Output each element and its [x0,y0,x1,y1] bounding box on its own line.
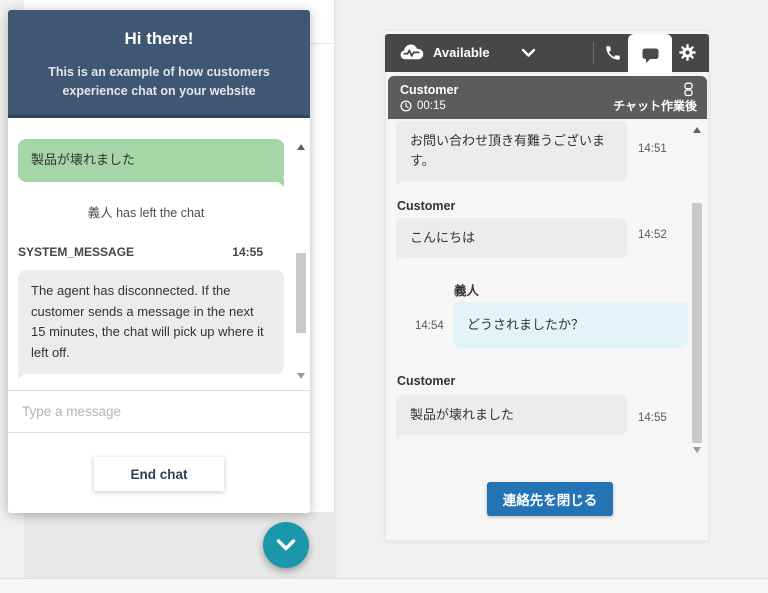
contact-state-label: チャット作業後 [613,99,697,113]
scrollbar-thumb[interactable] [692,203,702,443]
scroll-up-arrow-icon[interactable] [692,127,701,133]
system-message-time: 14:55 [232,245,263,259]
scrollbar-thumb[interactable] [296,253,306,333]
chat-widget-header: Hi there! This is an example of how cust… [8,10,310,118]
scroll-down-arrow-icon[interactable] [692,447,701,453]
contact-control-panel: Available Customer 00:15 チャット作業後 お問い合わせ頂… [385,30,709,541]
message-text: 製品が壊れました [410,407,515,422]
widget-subtitle-line2: experience chat on your website [62,84,256,99]
message-time: 14:55 [638,412,667,424]
message-time: 14:51 [638,143,667,155]
scroll-up-arrow-icon[interactable] [296,144,305,150]
amazon-connect-chat-test-page: Hi there! This is an example of how cust… [0,0,768,593]
ccp-scrollbar[interactable] [691,125,703,457]
contact-timer: 00:15 [417,100,446,112]
sender-label-agent: 義人 [454,284,480,298]
scroll-down-arrow-icon[interactable] [296,373,305,379]
chat-message-bubble: 製品が壊れました [396,395,627,440]
after-contact-work-hourglass-icon [684,82,693,97]
collapse-chat-fab-button[interactable] [263,522,309,568]
chat-message-bubble: こんにちは [396,218,627,263]
bubble-tail [396,431,406,440]
sender-label-customer: Customer [397,374,456,388]
contact-tab-customer[interactable]: Customer 00:15 チャット作業後 [388,76,707,119]
end-chat-button[interactable]: End chat [94,457,224,491]
system-message-row: SYSTEM_MESSAGE 14:55 [18,245,263,259]
agent-status-selector[interactable]: Available [433,45,490,60]
customer-message-text: 製品が壊れました [31,152,136,167]
customer-chat-widget: Hi there! This is an example of how cust… [8,10,310,513]
sender-label-customer: Customer [397,199,456,213]
bubble-tail [273,177,284,187]
system-message-label: SYSTEM_MESSAGE [18,245,135,259]
message-time: 14:54 [415,320,444,332]
chat-widget-footer: End chat [8,433,310,513]
widget-subtitle: This is an example of how customers expe… [34,63,284,102]
message-time: 14:52 [638,229,667,241]
widget-subtitle-line1: This is an example of how customers [48,65,270,79]
chevron-down-icon [276,539,296,551]
ccp-chat-transcript: お問い合わせ頂き有難うございます。 14:51 Customer こんにちは 1… [388,119,707,461]
message-text: どうされましたか？ [467,317,585,332]
message-input-area [8,390,310,433]
settings-gear-icon[interactable] [679,44,696,61]
clock-icon [400,100,412,112]
widget-scrollbar[interactable] [295,142,307,388]
bubble-tail [396,177,406,186]
chat-transcript-area: 製品が壊れました 義人 has left the chat SYSTEM_MES… [8,118,310,390]
widget-title: Hi there! [124,29,194,48]
chat-event-text: 義人 has left the chat [87,206,205,220]
amazon-connect-logo-icon [400,44,424,60]
status-chevron-down-icon[interactable] [521,48,536,58]
toolbar-divider [593,42,594,64]
chat-channel-tab[interactable] [628,34,672,76]
chat-message-bubble: お問い合わせ頂き有難うございます。 [396,121,627,186]
close-contact-button[interactable]: 連絡先を閉じる [487,482,613,516]
message-input[interactable] [22,404,296,419]
phone-icon[interactable] [604,44,622,62]
chat-bubble-icon [642,48,658,63]
message-text: こんにちは [410,230,476,245]
page-bottom-strip [0,578,768,593]
customer-message-bubble: 製品が壊れました [18,139,284,187]
agent-message-bubble: どうされましたか？ [453,302,688,349]
message-text: お問い合わせ頂き有難うございます。 [410,133,606,169]
bubble-tail [18,370,29,380]
ccp-top-bar: Available [385,34,709,76]
bubble-tail [396,254,406,263]
contact-name: Customer [400,83,459,97]
system-message-text: The agent has disconnected. If the custo… [31,283,264,360]
system-message-bubble: The agent has disconnected. If the custo… [18,270,284,380]
